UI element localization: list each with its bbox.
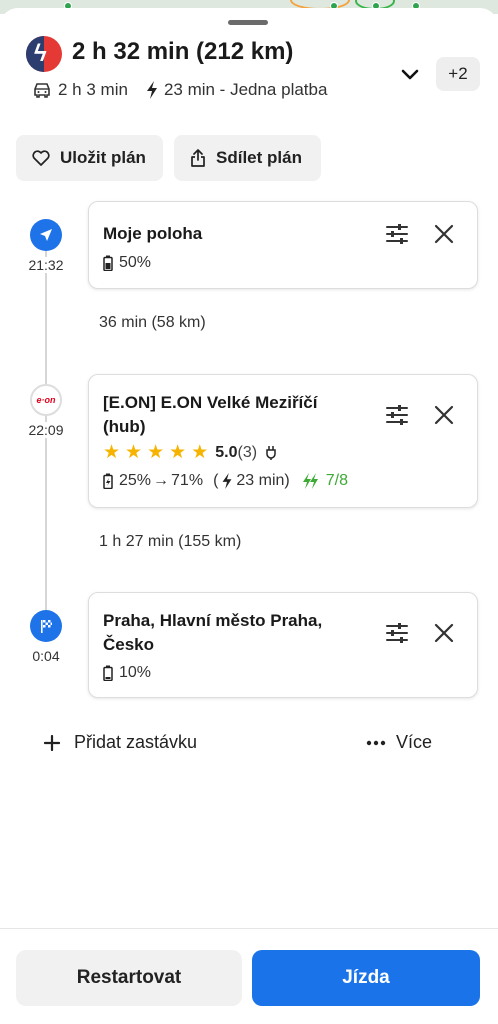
route-summary-details: 2 h 3 min 23 min - Jedna platba (32, 80, 327, 100)
star-icon: ★ (103, 442, 121, 463)
share-plan-button[interactable]: Sdílet plán (174, 135, 321, 181)
share-plan-label: Sdílet plán (216, 148, 302, 167)
stop-time: 22:09 (24, 422, 68, 438)
drag-handle[interactable] (228, 20, 268, 25)
add-stop-label: Přidat zastávku (74, 732, 198, 752)
stop-card-destination[interactable]: Praha, Hlavní město Praha, Česko 10% (88, 592, 478, 698)
bolt-icon (146, 81, 157, 99)
charger-rating: ★ ★ ★ ★ ★ 5.0 (3) (103, 443, 285, 463)
tune-icon[interactable] (385, 621, 409, 645)
drive-button[interactable]: Jízda (252, 950, 480, 1006)
star-icon: ★ (147, 442, 165, 463)
save-plan-label: Uložit plán (60, 148, 146, 167)
star-icon: ★ (191, 442, 209, 463)
stop-title: Praha, Hlavní město Praha, Česko (103, 611, 323, 654)
stop-time: 21:32 (24, 257, 68, 273)
add-stop-button[interactable]: Přidat zastávku (44, 732, 197, 753)
battery-charging-icon (103, 473, 113, 489)
leg-duration: 1 h 27 min (155 km) (99, 533, 242, 550)
tune-icon[interactable] (385, 403, 409, 427)
navigation-arrow-icon (30, 219, 62, 251)
stop-time: 0:04 (24, 648, 68, 664)
tune-icon[interactable] (385, 222, 409, 246)
stop-battery: 10% (103, 664, 151, 682)
close-icon[interactable] (433, 223, 455, 245)
restart-button[interactable]: Restartovat (16, 950, 242, 1006)
car-icon (34, 83, 50, 98)
charging-details: 25% → 71% ( 23 min) 7/8 (103, 472, 348, 490)
battery-icon (103, 255, 113, 271)
more-button[interactable]: Více (366, 732, 432, 753)
plus-icon (44, 734, 60, 751)
eon-logo-icon: e·on (30, 384, 62, 416)
save-plan-button[interactable]: Uložit plán (16, 135, 163, 181)
drive-time: 2 h 3 min (58, 80, 128, 99)
timeline-line (45, 246, 47, 630)
bolt-icon (222, 473, 232, 489)
share-icon (191, 149, 205, 167)
more-dots-icon (366, 740, 386, 745)
charge-time: 23 min - Jedna platba (163, 80, 328, 99)
star-rating: ★ ★ ★ ★ ★ (103, 443, 213, 463)
stop-battery: 50% (103, 254, 151, 272)
fast-charge-icon (302, 473, 318, 489)
heart-icon (32, 150, 50, 166)
stop-title: [E.ON] E.ON Velké Meziříčí (hub) (103, 393, 318, 436)
stop-title: Moje poloha (103, 224, 203, 243)
battery-icon (103, 665, 113, 681)
close-icon[interactable] (433, 622, 455, 644)
star-icon: ★ (169, 442, 187, 463)
route-summary-title: 2 h 32 min (212 km) (72, 38, 294, 65)
close-icon[interactable] (433, 404, 455, 426)
more-routes-badge[interactable]: +2 (436, 57, 480, 91)
star-icon: ★ (125, 442, 143, 463)
footer-divider (0, 928, 498, 929)
stop-card-charger[interactable]: [E.ON] E.ON Velké Meziříčí (hub) ★ ★ ★ ★ ★ 5… (88, 374, 478, 508)
more-label: Více (396, 732, 433, 752)
app-logo-icon: ϟ (26, 36, 62, 72)
leg-duration: 36 min (58 km) (99, 314, 206, 331)
finish-flag-icon (30, 610, 62, 642)
charger-availability: 7/8 (325, 472, 348, 489)
plug-icon (266, 446, 276, 460)
stop-card-origin[interactable]: Moje poloha 50% (88, 201, 478, 289)
chevron-down-icon[interactable] (398, 62, 422, 86)
